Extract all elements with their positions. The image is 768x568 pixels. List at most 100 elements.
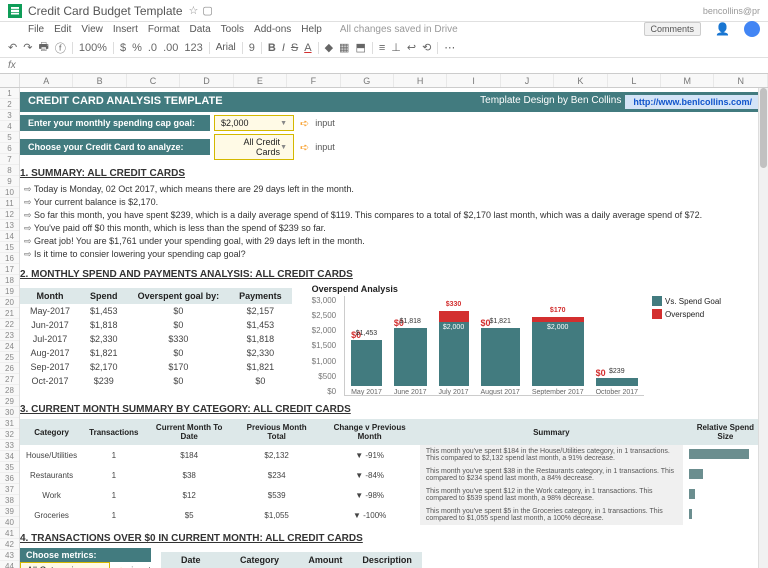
- row-header[interactable]: 35: [0, 462, 19, 473]
- row-header[interactable]: 36: [0, 473, 19, 484]
- row-header[interactable]: 43: [0, 550, 19, 561]
- row-header[interactable]: 12: [0, 209, 19, 220]
- row-header[interactable]: 11: [0, 198, 19, 209]
- row-header[interactable]: 4: [0, 121, 19, 132]
- row-header[interactable]: 13: [0, 220, 19, 231]
- row-header[interactable]: 29: [0, 396, 19, 407]
- row-header[interactable]: 9: [0, 176, 19, 187]
- redo-icon[interactable]: ↷: [23, 41, 32, 54]
- row-header[interactable]: 16: [0, 253, 19, 264]
- share-icon[interactable]: 👤: [715, 22, 730, 36]
- paintformat-icon[interactable]: ⓕ: [55, 40, 66, 56]
- row-header[interactable]: 10: [0, 187, 19, 198]
- row-header[interactable]: 21: [0, 308, 19, 319]
- textcolor-btn[interactable]: A: [304, 42, 311, 54]
- row-header[interactable]: 5: [0, 132, 19, 143]
- col-a[interactable]: A: [20, 74, 73, 87]
- vertical-scrollbar[interactable]: [758, 88, 768, 568]
- fontsize-select[interactable]: 9: [249, 42, 255, 54]
- menu-file[interactable]: File: [28, 24, 44, 35]
- dec2-btn[interactable]: .00: [163, 42, 178, 54]
- strike-btn[interactable]: S: [291, 42, 298, 54]
- wrap-btn[interactable]: ↩: [407, 41, 416, 54]
- font-select[interactable]: Arial: [216, 42, 236, 53]
- merge-btn[interactable]: ⬒: [355, 41, 365, 54]
- col-h[interactable]: H: [394, 74, 447, 87]
- dec-btn[interactable]: .0: [148, 42, 157, 54]
- menu-data[interactable]: Data: [190, 24, 211, 35]
- row-header[interactable]: 24: [0, 341, 19, 352]
- col-d[interactable]: D: [180, 74, 233, 87]
- halign-btn[interactable]: ≡: [379, 42, 385, 54]
- row-header[interactable]: 23: [0, 330, 19, 341]
- col-e[interactable]: E: [234, 74, 287, 87]
- row-header[interactable]: 41: [0, 528, 19, 539]
- row-header[interactable]: 22: [0, 319, 19, 330]
- row-header[interactable]: 31: [0, 418, 19, 429]
- row-header[interactable]: 30: [0, 407, 19, 418]
- row-header[interactable]: 17: [0, 264, 19, 275]
- row-header[interactable]: 39: [0, 506, 19, 517]
- menu-format[interactable]: Format: [148, 24, 180, 35]
- currency-btn[interactable]: $: [120, 42, 126, 54]
- fill-btn[interactable]: ◆: [325, 41, 333, 54]
- col-l[interactable]: L: [608, 74, 661, 87]
- menu-addons[interactable]: Add-ons: [254, 24, 291, 35]
- percent-btn[interactable]: %: [132, 42, 142, 54]
- col-k[interactable]: K: [554, 74, 607, 87]
- col-i[interactable]: I: [447, 74, 500, 87]
- row-header[interactable]: 38: [0, 495, 19, 506]
- row-header[interactable]: 3: [0, 110, 19, 121]
- spending-cap-input[interactable]: $2,000▼: [214, 115, 294, 131]
- menu-help[interactable]: Help: [301, 24, 322, 35]
- row-header[interactable]: 25: [0, 352, 19, 363]
- col-j[interactable]: J: [501, 74, 554, 87]
- row-header[interactable]: 18: [0, 275, 19, 286]
- row-header[interactable]: 1: [0, 88, 19, 99]
- menu-tools[interactable]: Tools: [221, 24, 244, 35]
- formula-bar[interactable]: fx: [0, 58, 768, 74]
- row-header[interactable]: 8: [0, 165, 19, 176]
- avatar[interactable]: [744, 21, 760, 37]
- bold-btn[interactable]: B: [268, 42, 276, 54]
- spreadsheet-grid[interactable]: 1234567891011121314151617181920212223242…: [0, 88, 768, 568]
- col-c[interactable]: C: [127, 74, 180, 87]
- row-header[interactable]: 6: [0, 143, 19, 154]
- col-n[interactable]: N: [714, 74, 767, 87]
- row-header[interactable]: 33: [0, 440, 19, 451]
- row-header[interactable]: 7: [0, 154, 19, 165]
- row-header[interactable]: 37: [0, 484, 19, 495]
- numformat-btn[interactable]: 123: [184, 42, 202, 54]
- row-header[interactable]: 2: [0, 99, 19, 110]
- comments-button[interactable]: Comments: [644, 22, 702, 36]
- banner-link[interactable]: http://www.benlcollins.com/: [625, 95, 760, 109]
- menu-view[interactable]: View: [81, 24, 103, 35]
- row-header[interactable]: 32: [0, 429, 19, 440]
- row-header[interactable]: 26: [0, 363, 19, 374]
- category-filter[interactable]: All Categories▼: [20, 562, 110, 568]
- col-f[interactable]: F: [287, 74, 340, 87]
- italic-btn[interactable]: I: [282, 42, 285, 54]
- undo-icon[interactable]: ↶: [8, 41, 17, 54]
- row-header[interactable]: 19: [0, 286, 19, 297]
- row-header[interactable]: 40: [0, 517, 19, 528]
- row-header[interactable]: 44: [0, 561, 19, 568]
- row-header[interactable]: 15: [0, 242, 19, 253]
- row-header[interactable]: 27: [0, 374, 19, 385]
- rotate-btn[interactable]: ⟲: [422, 41, 431, 54]
- col-b[interactable]: B: [73, 74, 126, 87]
- card-select-input[interactable]: All Credit Cards▼: [214, 134, 294, 160]
- valign-btn[interactable]: ⊥: [391, 41, 401, 54]
- zoom-select[interactable]: 100%: [79, 42, 107, 54]
- row-header[interactable]: 42: [0, 539, 19, 550]
- row-header[interactable]: 28: [0, 385, 19, 396]
- doc-title[interactable]: Credit Card Budget Template: [28, 4, 183, 18]
- print-icon[interactable]: 🖶: [38, 38, 48, 57]
- row-header[interactable]: 14: [0, 231, 19, 242]
- col-g[interactable]: G: [341, 74, 394, 87]
- row-header[interactable]: 34: [0, 451, 19, 462]
- menu-insert[interactable]: Insert: [113, 24, 138, 35]
- menu-edit[interactable]: Edit: [54, 24, 71, 35]
- row-header[interactable]: 20: [0, 297, 19, 308]
- more-icon[interactable]: ⋯: [444, 41, 455, 54]
